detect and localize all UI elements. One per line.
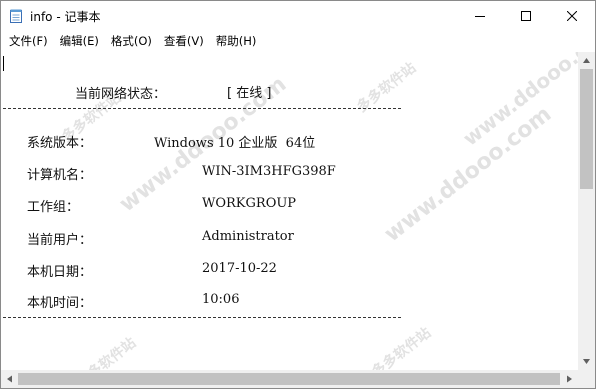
minimize-icon <box>475 16 485 17</box>
maximize-icon <box>521 11 531 21</box>
current-user-value: Administrator <box>202 229 294 244</box>
local-time-value: 10:06 <box>202 292 240 307</box>
text-editor-area[interactable]: www.ddooo.com www.ddooo.com www.ddooo.co… <box>1 52 578 370</box>
local-date-label: 本机日期： <box>27 265 93 280</box>
menu-bar: 文件(F) 编辑(E) 格式(O) 查看(V) 帮助(H) <box>1 31 595 51</box>
text-caret <box>3 56 4 71</box>
menu-edit[interactable]: 编辑(E) <box>54 31 105 51</box>
menu-help[interactable]: 帮助(H) <box>210 31 263 51</box>
maximize-button[interactable] <box>503 1 549 31</box>
horizontal-scroll-thumb[interactable] <box>18 373 560 385</box>
notepad-icon <box>10 9 22 23</box>
divider-bottom <box>3 317 401 318</box>
workgroup-value: WORKGROUP <box>202 196 297 211</box>
title-bar[interactable]: info - 记事本 <box>1 1 595 31</box>
network-status-value: [ 在线 ] <box>227 86 272 101</box>
scrollbar-corner <box>578 370 595 388</box>
scroll-up-icon[interactable] <box>578 52 595 69</box>
vertical-scrollbar[interactable] <box>578 52 595 370</box>
local-time-label: 本机时间： <box>27 296 93 311</box>
computer-name-value: WIN-3IM3HFG398F <box>202 164 336 179</box>
notepad-window: info - 记事本 文件(F) 编辑(E) 格式(O) 查看(V) 帮助(H)… <box>0 0 596 389</box>
computer-name-label: 计算机名： <box>27 168 93 183</box>
local-date-value: 2017-10-22 <box>202 261 277 276</box>
network-status-label: 当前网络状态： <box>75 87 167 102</box>
watermark-text: www.ddooo.com <box>379 101 557 248</box>
horizontal-scrollbar[interactable] <box>1 370 578 388</box>
current-user-label: 当前用户： <box>27 233 93 248</box>
menu-format[interactable]: 格式(O) <box>105 31 158 51</box>
os-version-value: Windows 10 企业版 64位 <box>154 136 316 151</box>
menu-view[interactable]: 查看(V) <box>158 31 210 51</box>
window-title: info - 记事本 <box>30 10 101 24</box>
watermark-text-cn: 多多软件站 <box>369 324 435 370</box>
close-button[interactable] <box>549 1 595 31</box>
scroll-down-icon[interactable] <box>578 353 595 370</box>
watermark-text-cn: 多多软件站 <box>74 334 140 370</box>
menu-file[interactable]: 文件(F) <box>1 31 54 51</box>
os-version-label: 系统版本： <box>27 136 93 151</box>
close-icon <box>567 11 577 21</box>
scroll-right-icon[interactable] <box>561 370 578 388</box>
minimize-button[interactable] <box>457 1 503 31</box>
divider-top <box>3 108 401 109</box>
vertical-scroll-thumb[interactable] <box>580 69 593 189</box>
scroll-left-icon[interactable] <box>1 370 18 388</box>
watermark-text: www.ddooo.com <box>458 52 578 151</box>
workgroup-label: 工作组： <box>27 200 80 215</box>
